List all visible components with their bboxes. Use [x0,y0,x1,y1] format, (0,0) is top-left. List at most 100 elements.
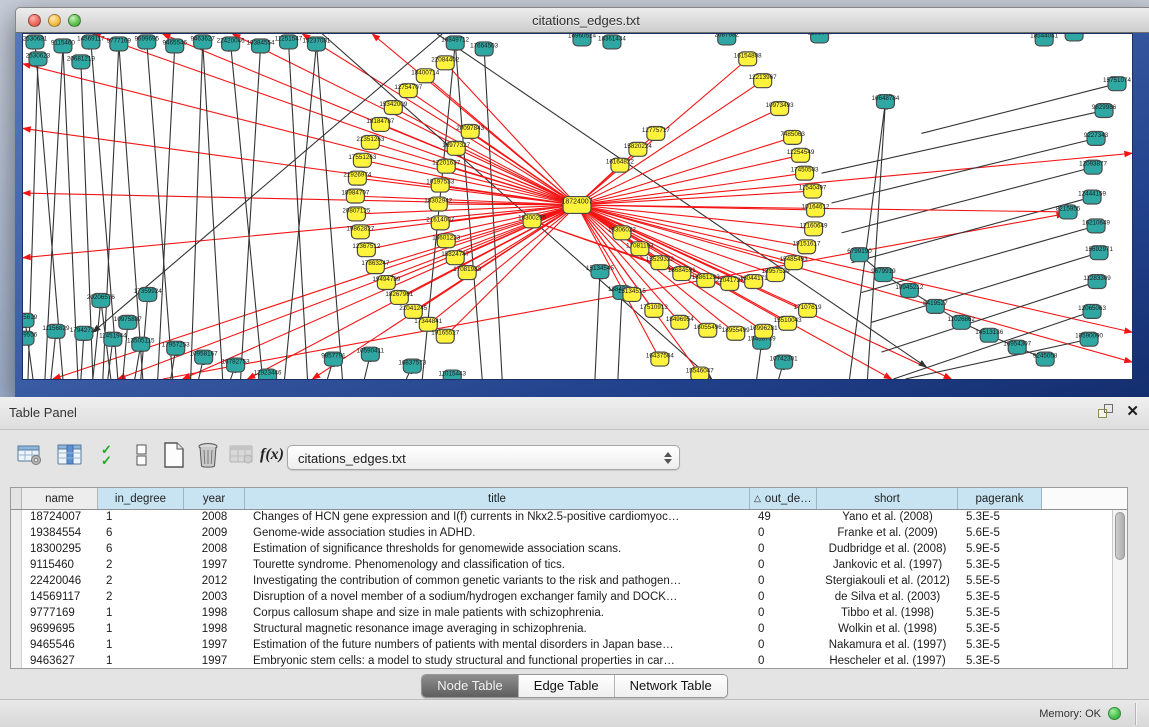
table-mode-icon[interactable] [16,440,44,470]
table-cell[interactable]: 9465546 [22,638,98,654]
table-cell[interactable]: 0 [750,574,817,590]
table-cell[interactable]: 1997 [184,638,245,654]
table-cell[interactable]: Structural magnetic resonance image aver… [245,622,750,638]
graph-node[interactable]: 12775717 [642,126,670,140]
graph-node[interactable]: 12367512 [352,243,380,257]
table-cell[interactable]: 2008 [184,510,245,526]
table-cell[interactable]: 9115460 [22,558,98,574]
graph-node[interactable]: 10164612 [802,203,830,217]
table-row[interactable]: 1456911722003Disruption of a novel membe… [11,590,1112,606]
table-cell[interactable]: Genome-wide association studies in ADHD. [245,526,750,542]
table-cell[interactable]: 2 [98,590,184,606]
graph-node[interactable]: 17081983 [453,266,481,280]
graph-node[interactable]: 9115460 [51,39,75,53]
graph-node[interactable]: 12754707 [394,84,422,98]
graph-node[interactable]: 16960524 [568,34,596,46]
table-cell[interactable]: 5.3E-5 [958,606,1042,622]
show-columns-icon[interactable] [56,440,84,470]
clear-selection-icon[interactable] [128,440,156,470]
graph-node[interactable]: 12160649 [800,222,828,236]
graph-node[interactable]: 19165527 [431,329,459,343]
graph-node[interactable]: 16837573 [398,359,426,373]
tab-edge-table[interactable]: Edge Table [519,675,615,697]
table-cell[interactable]: 0 [750,558,817,574]
graph-node[interactable]: 12201637 [432,159,460,173]
network-canvas[interactable]: 2530681911546014569117977716996996959465… [22,33,1133,380]
table-cell[interactable]: 5.9E-5 [958,542,1042,558]
graph-node[interactable]: 12213967 [749,74,777,88]
table-row[interactable]: 1938455462009Genome-wide association stu… [11,526,1112,542]
graph-node[interactable]: 10742301 [770,355,798,369]
graph-node[interactable]: 16782753 [222,358,250,372]
graph-node[interactable]: 18184787 [366,118,394,132]
graph-node[interactable]: 9315619 [23,313,38,327]
table-cell[interactable]: 14569117 [22,590,98,606]
table-cell[interactable]: 2008 [184,542,245,558]
graph-node[interactable]: 17107619 [794,303,822,317]
graph-node[interactable]: 20681219 [67,55,95,69]
table-cell[interactable]: 9699695 [22,622,98,638]
table-row[interactable]: 946554611997Estimation of the future num… [11,638,1112,654]
graph-node[interactable]: 11251547 [275,35,303,49]
table-cell[interactable]: 1 [98,654,184,668]
table-cell[interactable]: Estimation of significance thresholds fo… [245,542,750,558]
graph-node[interactable]: 2530623 [26,52,51,66]
table-vertical-scrollbar[interactable] [1112,510,1127,668]
table-cell[interactable]: 0 [750,606,817,622]
graph-node[interactable]: 12444159 [1078,190,1106,204]
table-select-dropdown[interactable]: citations_edges.txt [287,445,680,470]
graph-node[interactable]: 12923446 [254,369,282,379]
float-panel-icon[interactable] [1098,404,1113,419]
table-cell[interactable]: Changes of HCN gene expression and I(f) … [245,510,750,526]
table-cell[interactable]: Dudbridge et al. (2008) [817,542,958,558]
table-row[interactable]: 2242004622012Investigating the contribut… [11,574,1112,590]
table-cell[interactable]: Tibbo et al. (1998) [817,606,958,622]
graph-node[interactable]: 19862827 [346,225,374,239]
table-cell[interactable]: 1 [98,622,184,638]
table-cell[interactable]: 5.3E-5 [958,510,1042,526]
graph-node[interactable]: 17450503 [791,166,819,180]
table-cell[interactable]: 0 [750,590,817,606]
table-cell[interactable]: 19384554 [22,526,98,542]
graph-node[interactable]: 18724007 [561,197,592,214]
table-cell[interactable]: Jankovic et al. (1997) [817,558,958,574]
table-cell[interactable]: 2003 [184,590,245,606]
graph-node[interactable]: 10590411 [357,347,385,361]
graph-node[interactable]: 8419527 [923,299,948,313]
table-cell[interactable]: 6 [98,526,184,542]
table-cell[interactable]: 18300295 [22,542,98,558]
graph-node[interactable]: 12474147 [1060,34,1088,41]
table-cell[interactable]: 0 [750,654,817,668]
table-cell[interactable]: 1998 [184,606,245,622]
column-header-title[interactable]: title [245,488,750,509]
table-cell[interactable]: 1998 [184,622,245,638]
graph-node[interactable]: 19151617 [793,240,821,254]
column-header-year[interactable]: year [184,488,245,509]
table-row[interactable]: 911546021997Tourette syndrome. Phenomeno… [11,558,1112,574]
table-cell[interactable]: Embryonic stem cells: a model to study s… [245,654,750,668]
table-cell[interactable]: 2012 [184,574,245,590]
select-all-icon[interactable]: ✓✓ [96,440,124,470]
graph-node[interactable]: 16648784 [871,95,899,109]
graph-node[interactable]: 12093877 [1079,160,1107,174]
table-cell[interactable]: 5.5E-5 [958,574,1042,590]
graph-node[interactable]: 18361434 [598,35,626,49]
table-cell[interactable]: 9463627 [22,654,98,668]
graph-node[interactable]: 15692971 [1085,246,1113,260]
graph-node[interactable]: 16164822 [606,158,634,172]
graph-node[interactable]: 9679919 [871,268,896,282]
graph-node[interactable]: 20807125 [342,207,370,221]
graph-node[interactable]: 16210649 [1082,219,1110,233]
table-cell[interactable]: 22420046 [22,574,98,590]
graph-node[interactable]: 9465546 [162,39,187,53]
table-cell[interactable]: Tourette syndrome. Phenomenology and cla… [245,558,750,574]
table-cell[interactable]: 6 [98,542,184,558]
table-cell[interactable]: Nakamura et al. (1997) [817,638,958,654]
graph-node[interactable]: 18267961 [385,291,413,305]
delete-column-icon[interactable] [194,440,222,470]
graph-node[interactable]: 14569117 [77,35,105,49]
table-cell[interactable]: Estimation of the future numbers of pati… [245,638,750,654]
scrollbar-thumb[interactable] [1115,512,1125,560]
graph-node[interactable]: 10958167 [190,350,218,364]
graph-node[interactable]: 16055496 [694,323,722,337]
